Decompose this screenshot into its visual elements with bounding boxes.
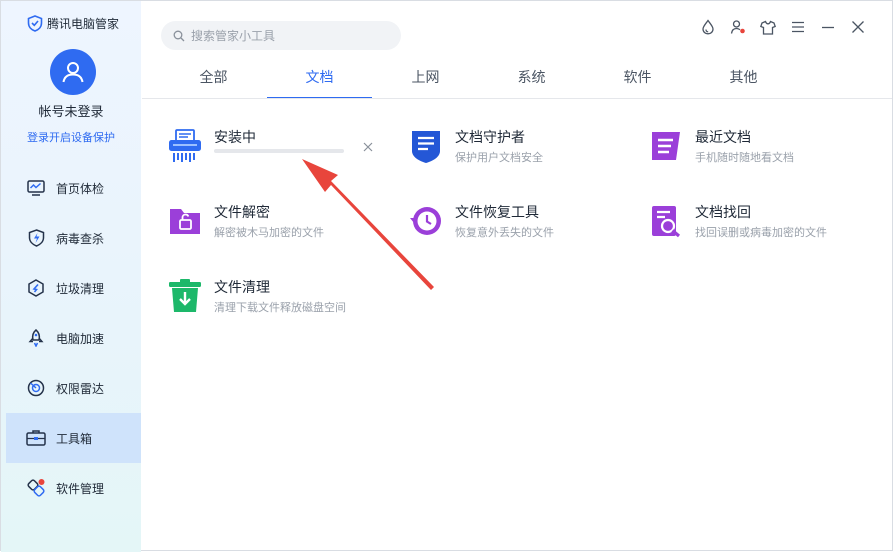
user-alert-icon[interactable]: [728, 17, 748, 37]
sidebar-item-software[interactable]: 软件管理: [6, 463, 141, 513]
tab-system[interactable]: 系统: [479, 59, 584, 99]
tool-file-decrypt[interactable]: 文件解密 解密被木马加密的文件: [168, 202, 388, 252]
menu-icon[interactable]: [788, 17, 808, 37]
drop-icon[interactable]: [698, 17, 718, 37]
sidebar-item-home-check[interactable]: 首页体检: [6, 163, 141, 213]
tool-description: 恢复意外丢失的文件: [455, 226, 554, 239]
sidebar-item-label: 软件管理: [56, 481, 105, 496]
search-icon: [173, 30, 185, 41]
sidebar: 腾讯电脑管家 帐号未登录 登录开启设备保护 首页体检 病毒查杀 垃圾清理 电脑加…: [1, 1, 141, 552]
sidebar-item-permission-radar[interactable]: 权限雷达: [6, 363, 141, 413]
tool-description: 保护用户文档安全: [455, 151, 543, 164]
window-controls: [698, 17, 868, 37]
tool-file-shredder[interactable]: 安装中: [168, 127, 388, 177]
doc-search-icon: [652, 206, 681, 238]
tool-name: 文件清理: [214, 280, 270, 296]
minimize-icon[interactable]: [818, 17, 838, 37]
tab-other[interactable]: 其他: [691, 59, 796, 99]
account-name: 帐号未登录: [38, 105, 104, 120]
folder-unlock-icon: [170, 209, 200, 234]
recent-docs-icon: [652, 132, 680, 160]
document-shield-icon: [412, 131, 440, 163]
hexagon-clean-icon: [26, 278, 46, 298]
monitor-check-icon: [26, 178, 46, 198]
rocket-icon: [26, 328, 46, 348]
tool-file-restore[interactable]: 文件恢复工具 恢复意外丢失的文件: [409, 202, 629, 252]
tool-name: 文件恢复工具: [455, 205, 539, 221]
tool-description: 找回误删或病毒加密的文件: [695, 226, 827, 239]
sidebar-item-label: 首页体检: [56, 181, 105, 196]
sidebar-nav: 首页体检 病毒查杀 垃圾清理 电脑加速 权限雷达 工具箱 软件管理: [6, 163, 141, 513]
tab-software[interactable]: 软件: [585, 59, 690, 99]
app-window: 腾讯电脑管家 帐号未登录 登录开启设备保护 首页体检 病毒查杀 垃圾清理 电脑加…: [0, 0, 893, 552]
user-icon: [62, 62, 84, 83]
sidebar-item-label: 工具箱: [56, 431, 93, 446]
trash-download-icon: [169, 279, 201, 312]
close-icon[interactable]: [848, 17, 868, 37]
apps-icon: [26, 478, 46, 498]
sidebar-item-label: 病毒查杀: [56, 231, 105, 246]
tab-internet[interactable]: 上网: [373, 59, 478, 99]
tabs-divider: [142, 98, 892, 99]
tool-document-guardian[interactable]: 文档守护者 保护用户文档安全: [409, 127, 629, 177]
tool-description: 清理下载文件释放磁盘空间: [214, 301, 346, 314]
tool-name: 最近文档: [695, 130, 751, 146]
tab-all[interactable]: 全部: [161, 59, 266, 99]
sidebar-item-label: 电脑加速: [56, 331, 105, 346]
file-shredder-icon: [169, 129, 201, 162]
tab-documents[interactable]: 文档: [267, 59, 372, 99]
avatar[interactable]: [50, 49, 96, 95]
shield-bolt-icon: [26, 228, 46, 248]
sidebar-item-speedup[interactable]: 电脑加速: [6, 313, 141, 363]
tool-name: 文件解密: [214, 205, 270, 221]
login-link[interactable]: 登录开启设备保护: [1, 129, 141, 145]
tool-description: 手机随时随地看文档: [695, 151, 794, 164]
sidebar-item-virus-scan[interactable]: 病毒查杀: [6, 213, 141, 263]
tool-name: 文档守护者: [455, 130, 525, 146]
sidebar-item-toolbox[interactable]: 工具箱: [6, 413, 141, 463]
category-tabs: 全部 文档 上网 系统 软件 其他: [161, 59, 879, 99]
shirt-icon[interactable]: [758, 17, 778, 37]
install-progress-bar: [214, 149, 344, 153]
toolbox-icon: [26, 428, 46, 448]
clock-restore-icon: [410, 207, 441, 235]
radar-icon: [26, 378, 46, 398]
tool-description: 解密被木马加密的文件: [214, 226, 324, 239]
sidebar-item-label: 垃圾清理: [56, 281, 105, 296]
search-box[interactable]: [161, 21, 401, 50]
tool-file-clean[interactable]: 文件清理 清理下载文件释放磁盘空间: [168, 277, 388, 327]
brand-name: 腾讯电脑管家: [47, 17, 120, 31]
tool-name: 安装中: [214, 130, 256, 146]
sidebar-item-label: 权限雷达: [56, 381, 105, 396]
tool-document-recovery[interactable]: 文档找回 找回误删或病毒加密的文件: [649, 202, 869, 252]
tool-recent-documents[interactable]: 最近文档 手机随时随地看文档: [649, 127, 869, 177]
brand: 腾讯电脑管家: [27, 15, 119, 32]
shield-logo-icon: [27, 15, 43, 32]
sidebar-item-junk-clean[interactable]: 垃圾清理: [6, 263, 141, 313]
search-input[interactable]: [191, 28, 391, 43]
tool-name: 文档找回: [695, 205, 751, 221]
cancel-install-icon[interactable]: [361, 140, 375, 154]
